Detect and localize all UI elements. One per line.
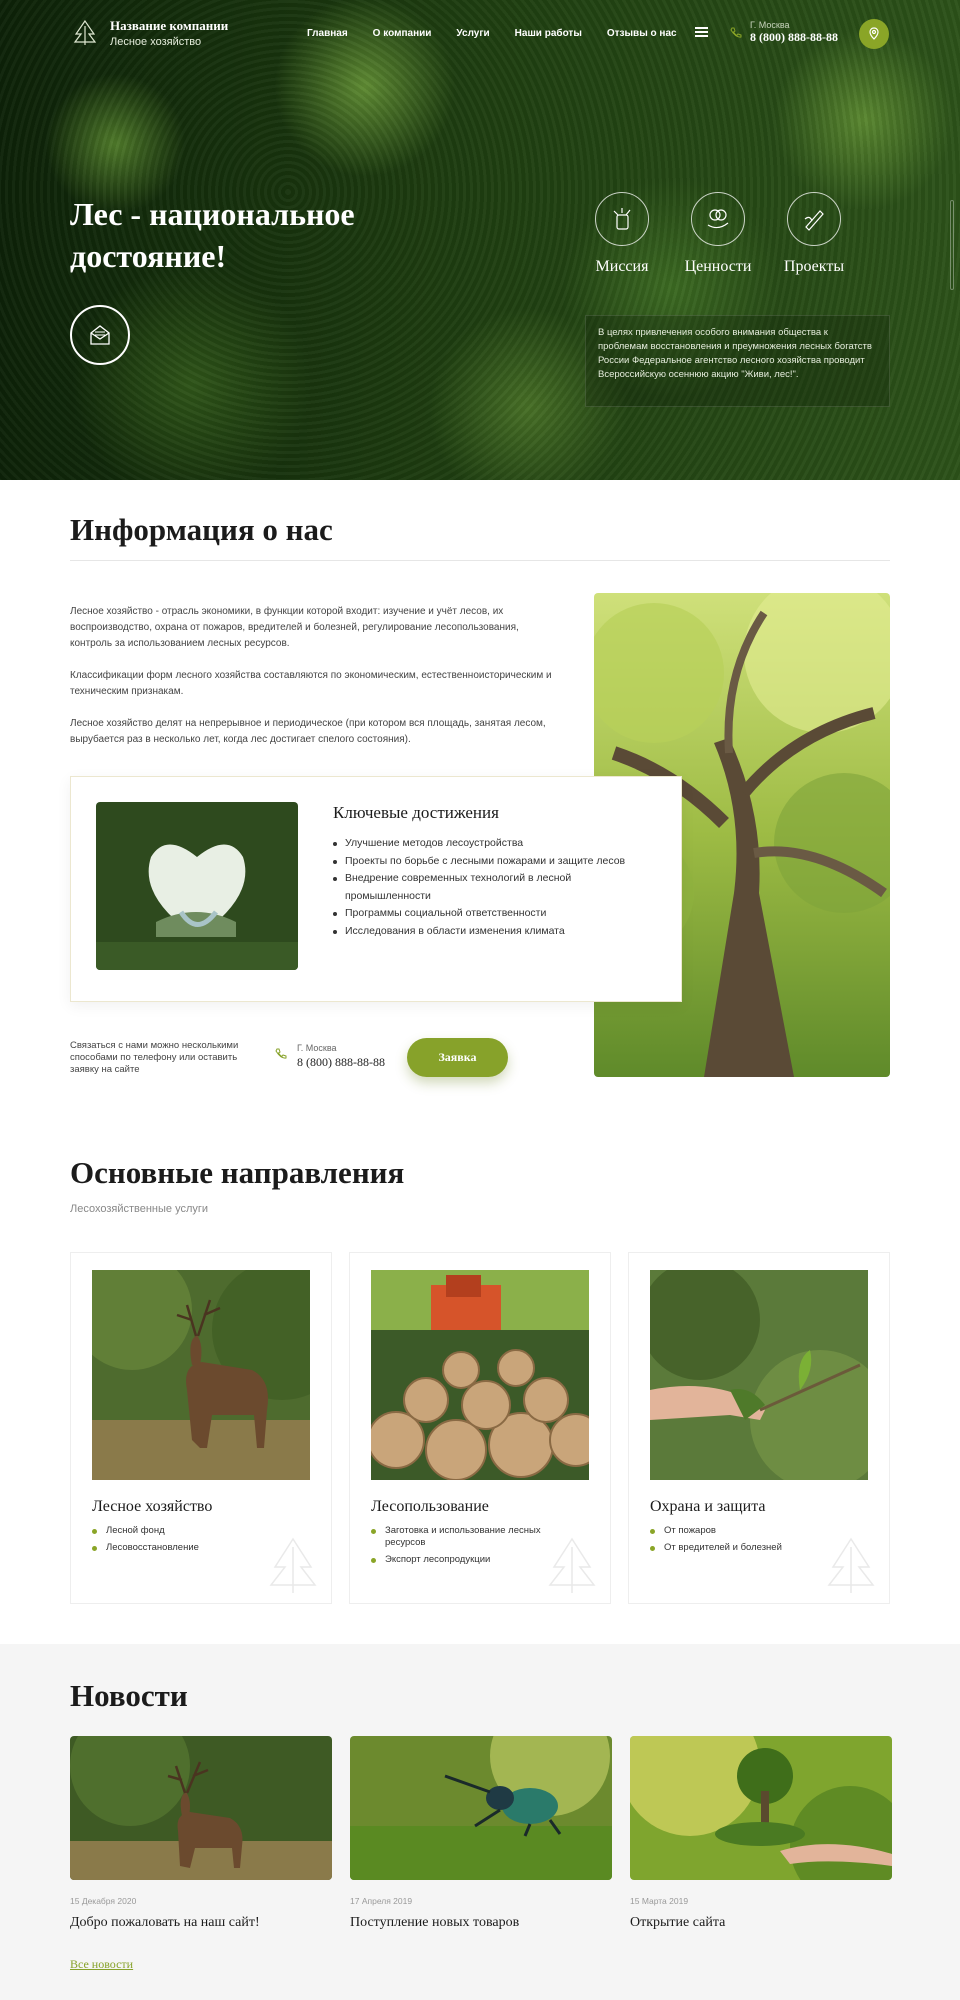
header-phone-number[interactable]: 8 (800) 888-88-88 <box>750 30 838 45</box>
direction-card-forest-use[interactable]: Лесопользование Заготовка и использовани… <box>349 1252 611 1604</box>
logo-tree-icon <box>73 19 97 45</box>
contact-city: Г. Москва <box>297 1043 337 1053</box>
values-icon <box>691 192 745 246</box>
news-item[interactable]: 15 Декабря 2020 Добро пожаловать на наш … <box>70 1736 332 1931</box>
hero-note: В целях привлечения особого внимания общ… <box>585 315 890 407</box>
feature-projects[interactable]: Проекты <box>783 192 845 276</box>
projects-icon <box>787 192 841 246</box>
about-paragraph: Классификации форм лесного хозяйства сос… <box>70 670 552 697</box>
envelope-icon <box>90 325 110 345</box>
news-date: 15 Марта 2019 <box>630 1896 689 1906</box>
achievement-item: Исследования в области изменения климата <box>333 923 643 941</box>
news-deer-photo[interactable] <box>70 1736 332 1880</box>
tree-decor-icon <box>269 1537 317 1593</box>
achievements-list: Улучшение методов лесоустройства Проекты… <box>333 835 643 940</box>
directions-title: Основные направления <box>70 1155 405 1190</box>
logs-photo <box>371 1270 589 1480</box>
hero-title: Лес - национальное достояние! <box>70 196 355 274</box>
news-item[interactable]: 15 Марта 2019 Открытие сайта <box>630 1736 892 1931</box>
card-title: Охрана и защита <box>650 1498 766 1515</box>
all-news-link[interactable]: Все новости <box>70 1957 133 1972</box>
feature-values-label: Ценности <box>684 258 752 275</box>
news-item[interactable]: 17 Апреля 2019 Поступление новых товаров <box>350 1736 612 1931</box>
feature-projects-label: Проекты <box>783 258 845 275</box>
achievement-item: Проекты по борьбе с лесными пожарами и з… <box>333 853 643 871</box>
about-paragraph: Лесное хозяйство - отрасль экономики, в … <box>70 606 519 649</box>
main-nav: Главная О компании Услуги Наши работы От… <box>307 28 702 39</box>
news-headline[interactable]: Добро пожаловать на наш сайт! <box>70 1915 332 1931</box>
card-title: Лесопользование <box>371 1498 489 1515</box>
feature-mission[interactable]: Миссия <box>594 192 650 276</box>
direction-card-forestry[interactable]: Лесное хозяйство Лесной фонд Лесовосстан… <box>70 1252 332 1604</box>
card-title: Лесное хозяйство <box>92 1498 213 1515</box>
location-button[interactable] <box>859 19 889 49</box>
news-grid: 15 Декабря 2020 Добро пожаловать на наш … <box>70 1736 892 1931</box>
hero-features: Миссия Ценности Проекты <box>594 192 845 276</box>
phone-icon <box>275 1048 287 1059</box>
tree-decor-icon <box>827 1537 875 1593</box>
menu-burger-icon[interactable] <box>695 27 708 37</box>
achievement-item: Улучшение методов лесоустройства <box>333 835 643 853</box>
news-tree-hand-photo[interactable] <box>630 1736 892 1880</box>
news-title: Новости <box>70 1678 188 1713</box>
achievements-title: Ключевые достижения <box>333 803 499 822</box>
news-beetle-photo[interactable] <box>350 1736 612 1880</box>
news-headline[interactable]: Поступление новых товаров <box>350 1915 612 1931</box>
nav-works[interactable]: Наши работы <box>515 28 582 39</box>
company-subtitle: Лесное хозяйство <box>110 36 202 48</box>
achievements-card: Ключевые достижения Улучшение методов ле… <box>70 776 682 1002</box>
header-phone[interactable]: Г. Москва 8 (800) 888-88-88 <box>730 20 838 45</box>
about-paragraph: Лесное хозяйство делят на непрерывное и … <box>70 718 546 745</box>
achievement-item: Программы социальной ответственности <box>333 905 643 923</box>
contact-phone[interactable]: Г. Москва 8 (800) 888-88-88 <box>275 1043 385 1070</box>
about-title: Информация о нас <box>70 512 333 547</box>
directions-cards: Лесное хозяйство Лесной фонд Лесовосстан… <box>70 1252 890 1604</box>
logo[interactable]: Название компании Лесное хозяйство <box>70 18 228 48</box>
directions-subtitle: Лесохозяйственные услуги <box>70 1203 209 1215</box>
phone-icon <box>730 27 742 38</box>
nav-about[interactable]: О компании <box>373 28 432 39</box>
mail-button[interactable] <box>70 305 130 365</box>
nav-services[interactable]: Услуги <box>456 28 489 39</box>
location-pin-icon <box>869 27 879 40</box>
news-date: 17 Апреля 2019 <box>350 1896 413 1906</box>
news-date: 15 Декабря 2020 <box>70 1896 137 1906</box>
company-name: Название компании <box>110 18 229 33</box>
feature-values[interactable]: Ценности <box>685 192 751 276</box>
feature-mission-label: Миссия <box>595 258 649 275</box>
tree-decor-icon <box>548 1537 596 1593</box>
about-divider <box>70 560 890 561</box>
hero-section: Название компании Лесное хозяйство Главн… <box>0 0 960 480</box>
header-city: Г. Москва <box>750 20 790 30</box>
nav-home[interactable]: Главная <box>307 28 348 39</box>
request-button[interactable]: Заявка <box>407 1038 508 1077</box>
contact-phone-number[interactable]: 8 (800) 888-88-88 <box>297 1055 385 1070</box>
news-headline[interactable]: Открытие сайта <box>630 1915 892 1931</box>
direction-card-protection[interactable]: Охрана и защита От пожаров От вредителей… <box>628 1252 890 1604</box>
nav-reviews[interactable]: Отзывы о нас <box>607 28 677 39</box>
contact-text: Связаться с нами можно несколькими спосо… <box>70 1040 239 1075</box>
deer-photo <box>92 1270 310 1480</box>
about-text: Лесное хозяйство - отрасль экономики, в … <box>70 604 560 764</box>
achievements-photo <box>96 802 298 970</box>
achievement-item: Внедрение современных технологий в лесно… <box>333 870 643 905</box>
hand-sprout-photo <box>650 1270 868 1480</box>
side-scrollbar[interactable] <box>950 200 954 290</box>
mission-icon <box>595 192 649 246</box>
